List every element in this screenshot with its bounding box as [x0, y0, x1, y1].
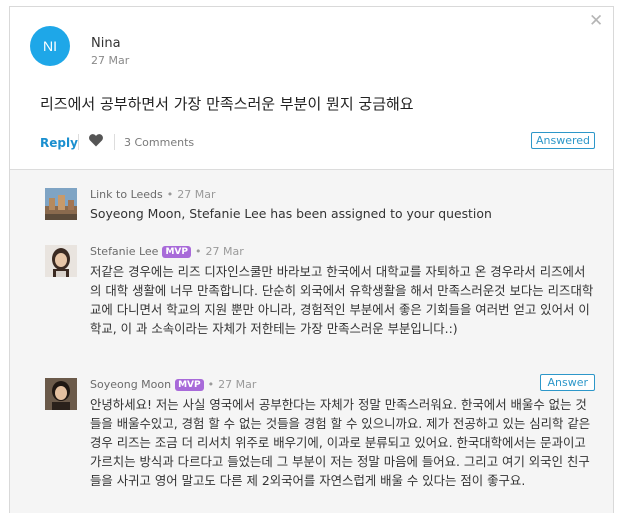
comment-item: Soyeong Moon MVP • 27 Mar Answer 안녕하세요! 저는 … [45, 374, 595, 518]
question-actions: Reply 3 Comments Answered [40, 132, 595, 154]
commenter-name[interactable]: Stefanie Lee [90, 245, 158, 258]
question-date: 27 Mar [91, 54, 130, 67]
question-section: NI Nina 27 Mar 리즈에서 공부하면서 가장 만족스러운 부분이 뭔… [10, 7, 613, 169]
question-text: 리즈에서 공부하면서 가장 만족스러운 부분이 뭔지 궁금해요 [40, 95, 414, 113]
comment-date: 27 Mar [218, 378, 257, 391]
author-name[interactable]: Nina [91, 36, 121, 51]
mvp-badge: MVP [175, 379, 204, 391]
separator-dot: • [166, 188, 174, 201]
comment-text: Soyeong Moon, Stefanie Lee has been assi… [90, 206, 492, 221]
comment-item: Link to Leeds • 27 Mar Soyeong Moon, Stefa… [45, 188, 595, 228]
answered-status-badge: Answered [530, 132, 595, 149]
answer-button[interactable]: Answer [540, 374, 595, 391]
separator-dot: • [194, 245, 202, 258]
reply-button[interactable]: Reply [40, 136, 78, 150]
comments-count-link[interactable]: 3 Comments [124, 136, 194, 149]
divider [114, 134, 115, 150]
comment-text: 안녕하세요! 저는 사실 영국에서 공부한다는 자체가 정말 만족스러워요. 한… [90, 397, 591, 488]
divider [78, 134, 79, 150]
author-avatar[interactable]: NI [30, 26, 70, 66]
commenter-avatar[interactable] [45, 245, 77, 277]
comment-date: 27 Mar [205, 245, 244, 258]
separator-dot: • [207, 378, 215, 391]
commenter-avatar[interactable] [45, 188, 77, 220]
heart-icon[interactable] [88, 132, 104, 148]
question-card: ✕ NI Nina 27 Mar 리즈에서 공부하면서 가장 만족스러운 부분이… [9, 6, 614, 513]
mvp-badge: MVP [162, 246, 191, 258]
comment-date: 27 Mar [177, 188, 216, 201]
comment-thread: Link to Leeds • 27 Mar Soyeong Moon, Stefa… [10, 170, 613, 513]
commenter-name[interactable]: Link to Leeds [90, 188, 163, 201]
comment-text: 저같은 경우에는 리즈 디자인스쿨만 바라보고 한국에서 대학교를 자퇴하고 온… [90, 264, 594, 336]
commenter-avatar[interactable] [45, 378, 77, 410]
commenter-name[interactable]: Soyeong Moon [90, 378, 171, 391]
comment-item: Stefanie Lee MVP • 27 Mar 저같은 경우에는 리즈 디자인스쿨… [45, 245, 595, 360]
comment-header: Stefanie Lee MVP • 27 Mar [90, 245, 244, 258]
comment-header: Soyeong Moon MVP • 27 Mar [90, 378, 256, 391]
comment-header: Link to Leeds • 27 Mar [90, 188, 216, 201]
